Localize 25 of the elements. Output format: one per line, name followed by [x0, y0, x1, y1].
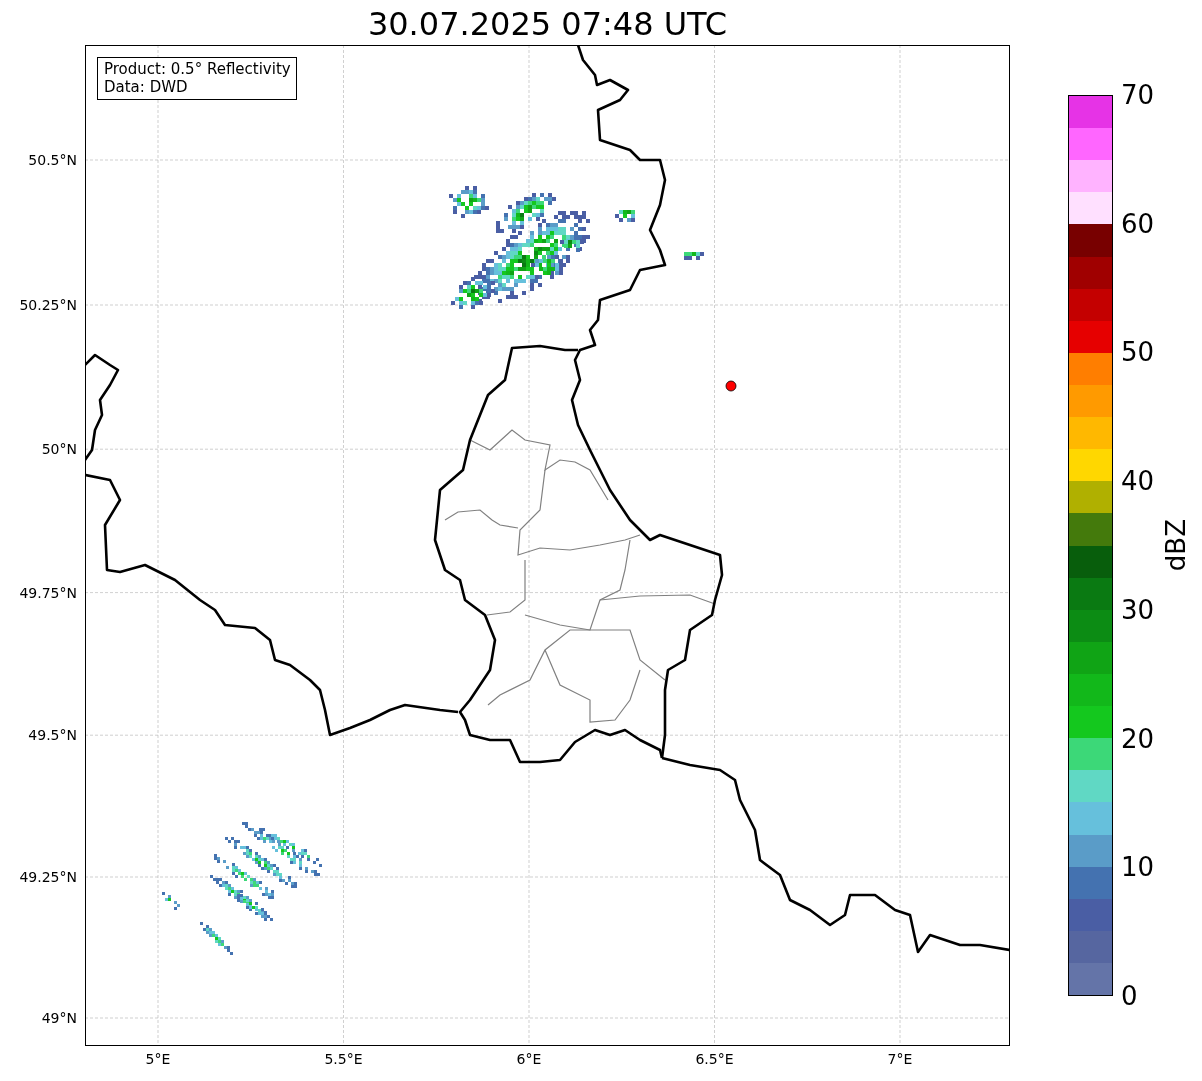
- colorbar-tick-label: 70: [1121, 80, 1155, 110]
- colorbar-tick-label: 40: [1121, 466, 1155, 497]
- latitude-label: 49°N: [41, 1009, 77, 1027]
- latitude-label: 50.5°N: [28, 151, 77, 169]
- latitude-label: 50.25°N: [19, 296, 77, 314]
- colorbar-label: dBZ: [1161, 519, 1191, 572]
- colorbar-tick-label: 10: [1121, 852, 1155, 883]
- chart-title: 30.07.2025 07:48 UTC: [367, 5, 728, 43]
- longitude-label: 6.5°E: [695, 1050, 734, 1068]
- latitude-label: 50°N: [41, 440, 77, 459]
- radar-site-marker: [725, 380, 737, 392]
- colorbar-tick-label: 50: [1121, 337, 1155, 368]
- longitude-label: 7°E: [887, 1050, 913, 1068]
- colorbar-tick-label: 0: [1121, 981, 1138, 1011]
- colorbar-tick-label: 60: [1121, 208, 1155, 239]
- info-text: Data: DWD: [104, 78, 189, 96]
- latitude-label: 49.75°N: [19, 583, 77, 602]
- longitude-label: 5.5°E: [324, 1050, 363, 1068]
- colorbar-tick-label: 20: [1121, 723, 1155, 754]
- info-text: Product: 0.5° Reflectivity: [104, 60, 291, 78]
- longitude-label: 6°E: [516, 1050, 542, 1068]
- latitude-label: 49.25°N: [19, 868, 77, 886]
- colorbar-tick-label: 30: [1121, 594, 1155, 625]
- latitude-label: 49.5°N: [28, 726, 77, 745]
- longitude-label: 5°E: [145, 1050, 171, 1068]
